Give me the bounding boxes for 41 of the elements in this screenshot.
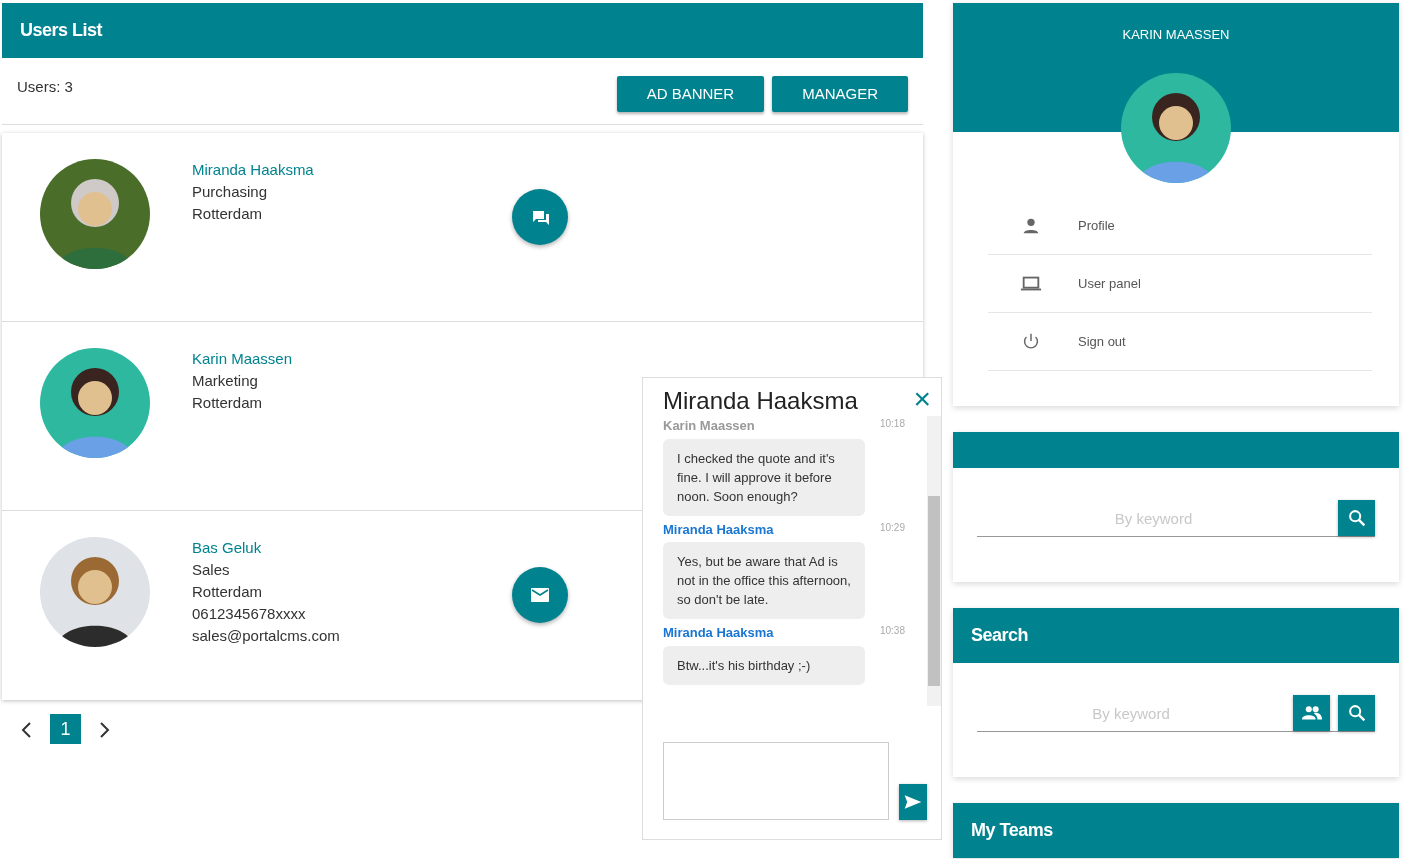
profile-name: KARIN MAASSEN (1122, 27, 1230, 42)
message-time: 10:29 (879, 520, 905, 535)
search-button[interactable] (1338, 500, 1375, 536)
search-button[interactable] (1338, 695, 1375, 731)
message-time: 10:18 (879, 417, 905, 431)
user-name[interactable]: Bas Geluk (192, 537, 512, 559)
message-bubble: Yes, but be aware that Ad is not in the office this afternoon, so don't be late. (663, 542, 865, 619)
message-bubble: Btw...it's his birthday ;-) (663, 645, 865, 685)
user-name[interactable]: Miranda Haaksma (192, 159, 512, 181)
scrollbar[interactable] (927, 416, 941, 706)
user-detail: Rotterdam (192, 393, 264, 413)
message-time: 10:38 (879, 624, 905, 638)
menu-item[interactable]: Profile (988, 197, 1372, 255)
users-count: Users: 3 (17, 77, 73, 97)
user-detail: Purchasing (192, 182, 269, 202)
message-sender: Miranda Haaksma (663, 520, 774, 539)
send-button[interactable] (899, 784, 927, 820)
user-detail: Rotterdam (192, 582, 264, 602)
card-title: My Teams (953, 803, 1399, 858)
close-button[interactable]: × (913, 384, 931, 414)
chat-button[interactable] (512, 189, 568, 245)
user-detail: sales@portalcms.com (192, 626, 341, 646)
mail-button[interactable] (512, 567, 568, 623)
group-button[interactable] (1293, 695, 1330, 731)
menu-item[interactable]: Sign out (988, 313, 1372, 371)
message-sender: Miranda Haaksma (663, 624, 774, 642)
toolbar-button[interactable]: AD BANNER (616, 76, 765, 112)
page-button[interactable]: 1 (50, 714, 81, 744)
user-name[interactable]: Karin Maassen (192, 348, 512, 370)
chat-title: Miranda Haaksma (663, 386, 858, 416)
card-title: Search (953, 608, 1399, 663)
toolbar-button[interactable]: MANAGER (772, 76, 908, 112)
message-sender: Karin Maassen (663, 417, 755, 435)
panel-title: Users List (2, 3, 923, 58)
user-detail: Marketing (192, 371, 259, 391)
menu-item[interactable]: User panel (988, 255, 1372, 313)
user-detail: 0612345678xxxx (192, 604, 307, 624)
message-field[interactable] (663, 742, 889, 820)
user-detail: Sales (192, 560, 231, 580)
user-detail: Rotterdam (192, 204, 264, 224)
message-bubble: I checked the quote and it's fine. I will approve it before noon. Soon enough? (663, 438, 865, 516)
